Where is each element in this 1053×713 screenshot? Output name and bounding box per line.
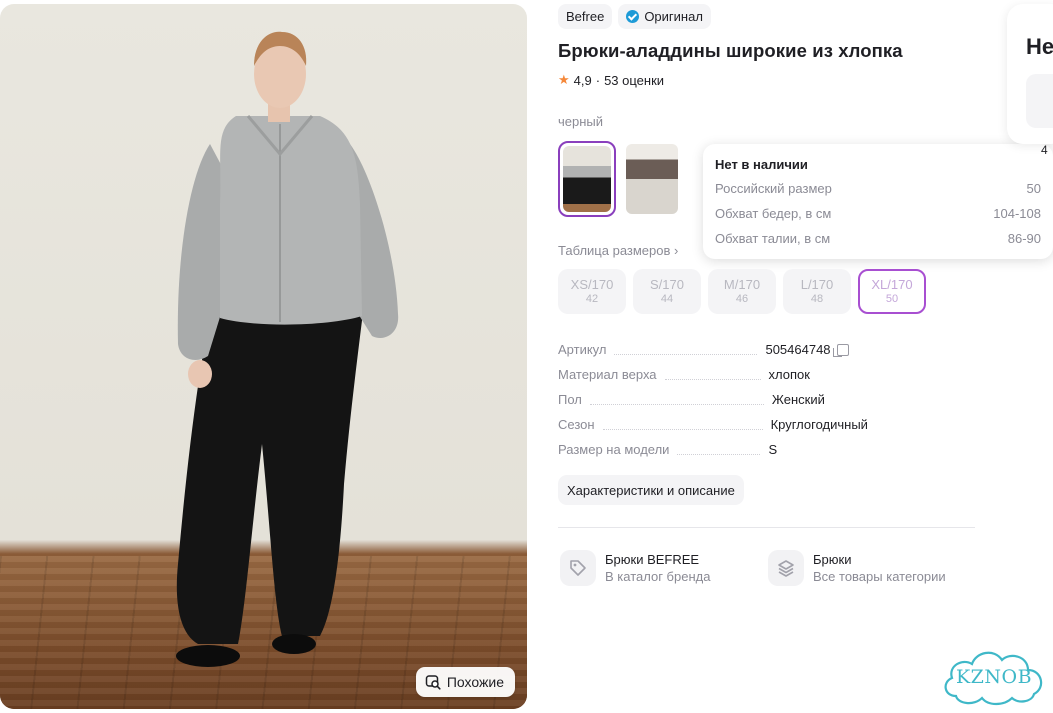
spec-leader xyxy=(602,429,763,430)
divider xyxy=(558,527,975,528)
purchase-panel-title: Не xyxy=(1026,34,1053,59)
tooltip-heading: Нет в наличии xyxy=(715,157,808,172)
spec-value: 505464748 xyxy=(765,342,849,357)
size-ru: 42 xyxy=(585,292,599,305)
tooltip-value: 86-90 xyxy=(1007,231,1041,246)
spec-key: Артикул xyxy=(558,342,607,357)
purchase-panel-fragment: 4 xyxy=(1041,143,1048,157)
tooltip-row: Обхват талии, в см 86-90 xyxy=(715,231,1041,256)
rating-count: 53 оценки xyxy=(604,72,665,88)
size-label: XL/170 xyxy=(871,276,913,292)
watermark: KZNOB xyxy=(938,644,1050,710)
color-swatch-other[interactable] xyxy=(623,141,681,217)
spec-row: Размер на модели S xyxy=(558,442,968,467)
size-tooltip: Нет в наличии Российский размер 50 Обхва… xyxy=(703,144,1053,259)
size-label: L/170 xyxy=(800,276,834,292)
spec-row: Артикул 505464748 xyxy=(558,342,968,367)
characteristics-button[interactable]: Характеристики и описание xyxy=(558,475,744,505)
tooltip-value: 50 xyxy=(1026,181,1041,196)
watermark-text: KZNOB xyxy=(955,666,1033,688)
similar-label: Похожие xyxy=(446,674,504,690)
color-swatch-black[interactable] xyxy=(558,141,616,217)
color-label: черный xyxy=(558,114,604,129)
link-subtitle: В каталог бренда xyxy=(605,569,711,584)
spec-row: Сезон Круглогодичный xyxy=(558,417,968,442)
size-ru: 44 xyxy=(660,292,674,305)
verified-icon xyxy=(626,10,640,23)
brand-badge[interactable]: Befree xyxy=(558,4,613,29)
size-option[interactable]: XS/170 42 xyxy=(558,269,626,314)
layers-icon xyxy=(768,550,804,586)
spec-leader xyxy=(614,354,758,355)
product-title: Брюки-аладдины широкие из хлопка xyxy=(558,40,903,61)
size-option[interactable]: S/170 44 xyxy=(633,269,701,314)
spec-value: S xyxy=(768,442,778,457)
size-label: XS/170 xyxy=(570,276,614,292)
product-photo[interactable]: Похожие xyxy=(0,4,527,709)
spec-value: Круглогодичный xyxy=(770,417,868,432)
link-subtitle: Все товары категории xyxy=(813,569,946,584)
badges: Befree Оригинал xyxy=(558,4,711,29)
brand-catalog-link[interactable]: Брюки BEFREE В каталог бренда xyxy=(560,550,710,586)
star-icon: ★ xyxy=(558,72,570,87)
spec-leader xyxy=(664,379,761,380)
swatch-thumb-other xyxy=(626,144,678,214)
spec-key: Сезон xyxy=(558,417,595,432)
spec-row: Пол Женский xyxy=(558,392,968,417)
swatch-thumb-black xyxy=(563,146,611,212)
category-link[interactable]: Брюки Все товары категории xyxy=(768,550,946,586)
rating[interactable]: ★ 4,9 · 53 оценки xyxy=(558,72,664,88)
purchase-panel-placeholder[interactable] xyxy=(1026,74,1053,128)
spec-value: Женский xyxy=(771,392,825,407)
brand-label: Befree xyxy=(566,9,605,24)
size-table-link[interactable]: Таблица размеров › xyxy=(558,243,678,258)
spec-leader xyxy=(677,454,761,455)
tooltip-key: Обхват бедер, в см xyxy=(715,206,832,221)
rating-value: 4,9 xyxy=(573,72,592,88)
tooltip-value: 104-108 xyxy=(993,206,1041,221)
size-ru: 50 xyxy=(885,292,899,305)
tag-icon-svg xyxy=(570,560,586,576)
article-number: 505464748 xyxy=(765,342,831,357)
link-text: Брюки Все товары категории xyxy=(813,551,946,585)
similar-button[interactable]: Похожие xyxy=(415,667,515,697)
original-label: Оригинал xyxy=(644,9,703,24)
size-option[interactable]: L/170 48 xyxy=(783,269,851,314)
model-figure xyxy=(176,31,399,667)
size-ru: 48 xyxy=(810,292,824,305)
original-badge[interactable]: Оригинал xyxy=(618,4,711,29)
spec-key: Пол xyxy=(558,392,582,407)
spec-row: Материал верха хлопок xyxy=(558,367,968,392)
tooltip-key: Российский размер xyxy=(715,181,832,196)
size-option-selected[interactable]: XL/170 50 xyxy=(858,269,926,314)
rating-separator: · xyxy=(595,72,601,88)
specs-list: Артикул 505464748 Материал верха хлопок … xyxy=(558,342,968,467)
size-label: M/170 xyxy=(723,276,761,292)
similar-search-icon xyxy=(425,675,441,690)
link-title: Брюки BEFREE xyxy=(605,552,700,567)
tooltip-row: Российский размер 50 xyxy=(715,181,1041,206)
tooltip-row: Обхват бедер, в см 104-108 xyxy=(715,206,1041,231)
size-selector: XS/170 42 S/170 44 M/170 46 L/170 48 XL/… xyxy=(558,269,926,314)
spec-leader xyxy=(589,404,764,405)
layers-icon-svg xyxy=(778,560,794,577)
link-text: Брюки BEFREE В каталог бренда xyxy=(605,551,710,585)
size-option[interactable]: M/170 46 xyxy=(708,269,776,314)
spec-key: Материал верха xyxy=(558,367,657,382)
tooltip-key: Обхват талии, в см xyxy=(715,231,831,246)
copy-icon[interactable] xyxy=(832,343,849,357)
link-title: Брюки xyxy=(813,552,852,567)
size-label: S/170 xyxy=(650,276,684,292)
purchase-panel: Не xyxy=(1007,4,1053,144)
spec-key: Размер на модели xyxy=(558,442,670,457)
spec-value: хлопок xyxy=(768,367,810,382)
tag-icon xyxy=(560,550,596,586)
size-ru: 46 xyxy=(735,292,749,305)
